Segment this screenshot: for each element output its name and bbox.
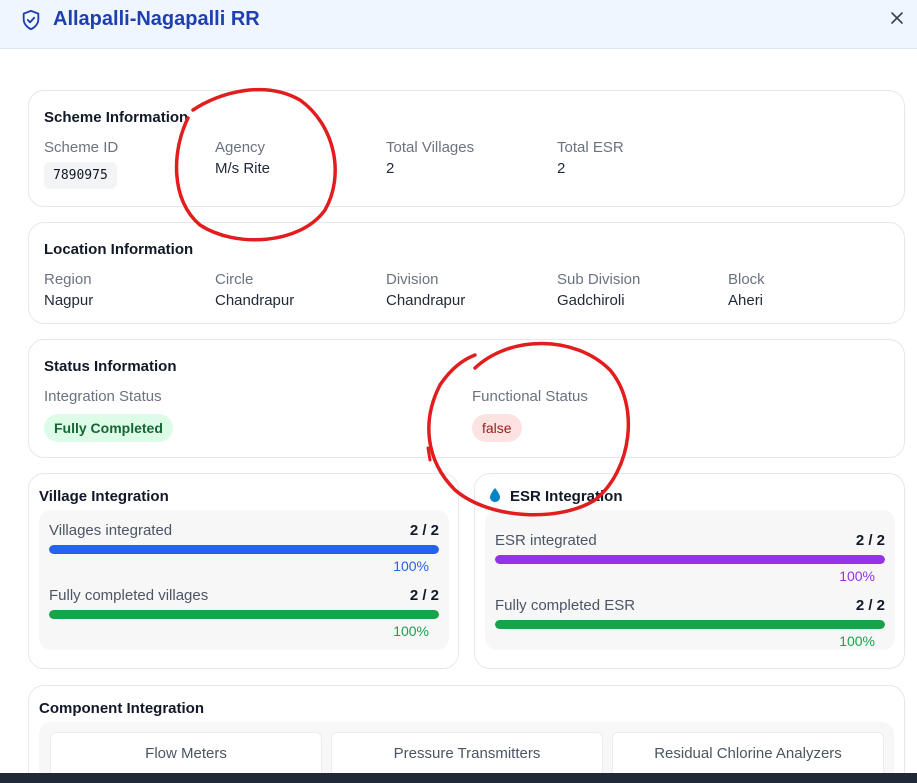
field-label: Agency [215,139,266,156]
metric-label: Fully completed ESR [495,597,636,614]
taskbar [0,773,917,783]
field-label: Total Villages [386,139,475,156]
metric-count: 2 / 2 [409,522,439,539]
metric-label: Fully completed villages [49,587,209,604]
modal-header: Allapalli-Nagapalli RR [0,0,917,49]
total-villages-field: Total Villages 2 [386,139,474,177]
metric-percent: 100% [393,623,429,639]
progress-fill [495,555,885,564]
metric-label: ESR integrated [495,532,597,549]
field-label: Sub Division [557,271,641,288]
metric-label: Villages integrated [49,522,173,539]
progress-bar [495,555,885,564]
component-integration-card: Component Integration Flow Meters Pressu… [28,685,905,783]
close-icon[interactable] [889,10,905,26]
metric-count: 2 / 2 [855,532,885,549]
status-information-card: Status Information Integration Status Fu… [28,339,905,458]
circle-field: Circle Chandrapur [215,271,294,309]
field-value: Chandrapur [215,292,295,309]
village-integration-card: Village Integration Villages integrated … [28,473,459,669]
integration-status-badge: Fully Completed [44,414,173,442]
field-label: Total ESR [557,139,624,156]
region-field: Region Nagpur [44,271,93,309]
metric-count: 2 / 2 [409,587,439,604]
progress-fill [495,620,885,629]
field-label: Region [44,271,92,288]
field-label: Functional Status [472,388,588,405]
progress-bar [49,545,439,554]
esr-integration-card: ESR Integration ESR integrated 2 / 2 100… [474,473,905,669]
scheme-id-value: 7890975 [44,162,117,189]
card-title: Component Integration [39,700,204,717]
field-value: Gadchiroli [557,292,625,309]
field-value: 2 [557,160,566,177]
field-label: Scheme ID [44,139,119,156]
card-title: Location Information [44,241,194,258]
field-label: Block [728,271,765,288]
progress-bar [49,610,439,619]
agency-field: Agency M/s Rite [215,139,270,177]
metric-percent: 100% [839,568,875,584]
total-esr-field: Total ESR 2 [557,139,624,177]
field-value: Aheri [728,292,764,309]
block-field: Block Aheri [728,271,765,309]
field-label: Integration Status [44,388,162,405]
card-title: Status Information [44,358,177,375]
progress-fill [49,545,439,554]
esr-metrics-panel: ESR integrated 2 / 2 100% Fully complete… [485,510,895,650]
field-value: 2 [386,160,395,177]
functional-status-badge: false [472,414,522,442]
metric-percent: 100% [393,558,429,574]
field-label: Division [386,271,439,288]
scheme-id-field: Scheme ID 7890975 [44,139,118,189]
field-value: Nagpur [44,292,94,309]
water-drop-icon [490,488,500,502]
progress-fill [49,610,439,619]
modal-title: Allapalli-Nagapalli RR [53,8,260,30]
sub-division-field: Sub Division Gadchiroli [557,271,640,309]
card-title: ESR Integration [510,488,623,505]
field-label: Circle [215,271,254,288]
integration-status-label: Integration Status [44,388,162,405]
scheme-information-card: Scheme Information Scheme ID 7890975 Age… [28,90,905,207]
card-title: Village Integration [39,488,169,505]
progress-bar [495,620,885,629]
field-value: Chandrapur [386,292,466,309]
village-metrics-panel: Villages integrated 2 / 2 100% Fully com… [39,510,449,650]
division-field: Division Chandrapur [386,271,465,309]
shield-check-icon [22,9,40,31]
metric-count: 2 / 2 [855,597,885,614]
functional-status-label: Functional Status [472,388,588,405]
card-title: Scheme Information [44,109,189,126]
metric-percent: 100% [839,633,875,649]
field-value: M/s Rite [215,160,271,177]
location-information-card: Location Information Region Nagpur Circl… [28,222,905,324]
